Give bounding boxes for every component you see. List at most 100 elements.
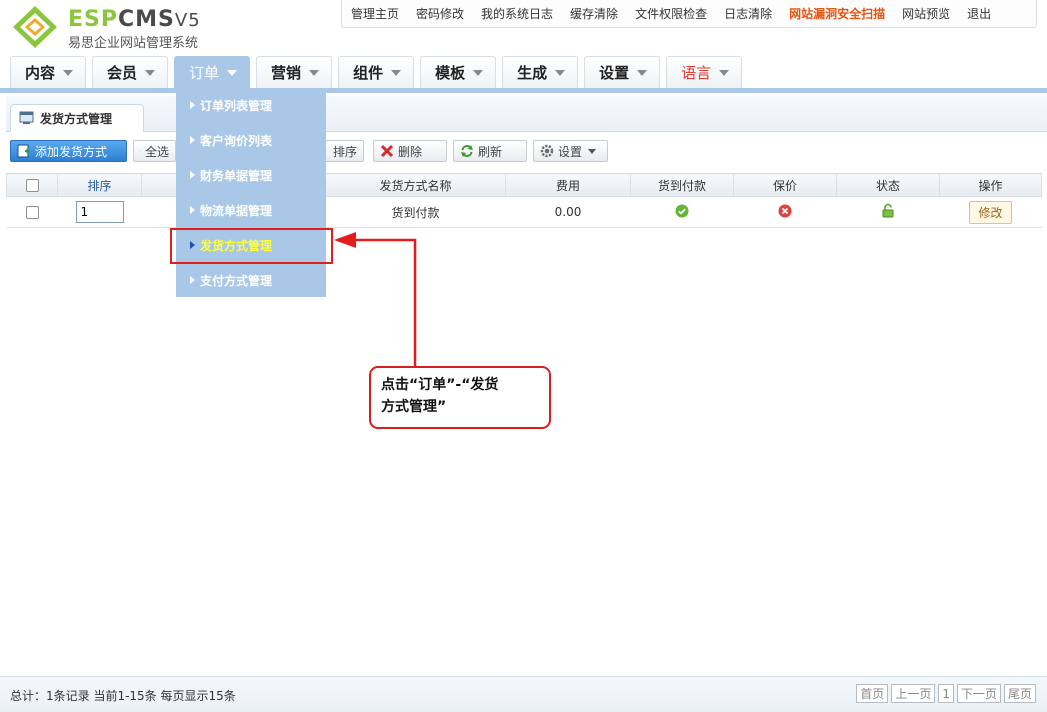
refresh-button[interactable]: 刷新 [453,140,527,162]
menu-finance-docs[interactable]: 财务单据管理 [176,158,326,192]
triangle-right-icon [190,276,195,284]
topnav-security-scan[interactable]: 网站漏洞安全扫描 [789,5,885,22]
topnav-password[interactable]: 密码修改 [416,5,464,22]
topnav-logout[interactable]: 退出 [967,5,991,22]
menu-label: 客户询价列表 [200,133,273,148]
tab-shipping-methods[interactable]: 发货方式管理 [10,104,144,132]
menu-label: 物流单据管理 [200,203,273,218]
brand-name: ESPCMSV5 [68,8,201,33]
chevron-down-icon [227,69,238,76]
col-actions: 操作 [939,173,1042,197]
mainnav-label: 组件 [353,64,384,82]
check-circle-icon[interactable] [675,204,689,218]
status-cell [836,196,940,228]
mainnav-orders[interactable]: 订单 [174,56,251,88]
col-cod: 货到付款 [630,173,734,197]
mainnav-content[interactable]: 内容 [10,56,87,88]
pager-first[interactable]: 首页 [856,684,889,703]
tab-strip [6,96,1047,132]
chevron-down-icon [63,69,74,76]
topnav-home[interactable]: 管理主页 [351,5,399,22]
record-summary: 总计：1条记录 当前1-15条 每页显示15条 [10,689,236,703]
topnav-file-permissions[interactable]: 文件权限检查 [635,5,707,22]
chevron-down-icon [719,69,730,76]
mainnav-components[interactable]: 组件 [338,56,415,88]
select-all-button[interactable]: 全选 [133,140,176,162]
nav-underline [0,88,1047,93]
row-checkbox-cell[interactable] [6,196,58,228]
brand-part2: CMS [118,7,175,32]
callout-line2: 方式管理” [381,399,447,415]
highlight-box [170,228,333,264]
col-status: 状态 [836,173,940,197]
mainnav-generate[interactable]: 生成 [502,56,579,88]
top-nav: 管理主页 密码修改 我的系统日志 缓存清除 文件权限检查 日志清除 网站漏洞安全… [341,0,1037,28]
refresh-icon [461,145,473,157]
pager-page-1[interactable]: 1 [938,684,954,703]
tab-label: 发货方式管理 [40,111,113,126]
cod-cell [630,196,734,228]
sort-order-input[interactable] [75,201,124,223]
header: ESPCMSV5 易思企业网站管理系统 管理主页 密码修改 我的系统日志 缓存清… [0,0,1047,88]
add-doc-icon [17,144,30,158]
triangle-right-icon [190,136,195,144]
orders-dropdown-menu: 订单列表管理 客户询价列表 财务单据管理 物流单据管理 发货方式管理 支付方式管… [176,88,326,297]
footer: 总计：1条记录 当前1-15条 每页显示15条 首页 上一页 1 下一页 尾页 [0,676,1047,712]
chevron-down-icon [309,69,320,76]
col-name: 发货方式名称 [325,173,506,197]
table-header: 排序 发货方式名称 费用 货到付款 保价 状态 操作 [6,173,1042,197]
toolbar: 添加发货方式 全选 排序 删除 刷新 设置 [10,140,1040,166]
mainnav-label: 生成 [517,64,548,82]
mainnav-templates[interactable]: 模板 [420,56,497,88]
menu-payment-methods[interactable]: 支付方式管理 [176,263,326,297]
menu-label: 订单列表管理 [200,98,273,113]
logo[interactable]: ESPCMSV5 易思企业网站管理系统 [10,4,230,51]
mainnav-label: 内容 [25,64,56,82]
brand-version: V5 [174,10,201,31]
window-icon [19,111,34,124]
sort-cell [57,196,142,228]
pager-prev[interactable]: 上一页 [891,684,936,703]
add-shipping-method-button[interactable]: 添加发货方式 [10,140,127,162]
select-all-checkbox[interactable] [25,179,39,192]
edit-button[interactable]: 修改 [969,200,1012,224]
mainnav-label: 营销 [271,64,302,82]
button-label: 刷新 [478,144,503,159]
col-sort[interactable]: 排序 [57,173,142,197]
mainnav-settings[interactable]: 设置 [584,56,661,88]
button-label: 设置 [558,144,583,159]
mainnav-members[interactable]: 会员 [92,56,169,88]
menu-order-list[interactable]: 订单列表管理 [176,88,326,122]
row-checkbox[interactable] [25,206,39,219]
topnav-clear-log[interactable]: 日志清除 [724,5,772,22]
pager-last[interactable]: 尾页 [1003,684,1036,703]
menu-logistics-docs[interactable]: 物流单据管理 [176,193,326,227]
topnav-my-log[interactable]: 我的系统日志 [481,5,553,22]
table-row: 货到付款 0.00 [6,196,1042,228]
chevron-down-icon [555,69,566,76]
menu-inquiry-list[interactable]: 客户询价列表 [176,123,326,157]
pagination: 首页 上一页 1 下一页 尾页 [853,684,1036,703]
triangle-right-icon [190,171,195,179]
actions-cell: 修改 [939,196,1042,228]
delete-button[interactable]: 删除 [373,140,447,162]
mainnav-language[interactable]: 语言 [666,56,743,88]
x-circle-icon[interactable] [778,204,792,218]
select-all-checkbox-cell[interactable] [6,173,58,197]
unlock-icon[interactable] [881,203,895,218]
topnav-preview[interactable]: 网站预览 [902,5,950,22]
main-nav: 内容 会员 订单 营销 组件 模板 生成 设置 语言 [10,56,748,88]
name-cell: 货到付款 [325,196,506,228]
button-label: 排序 [332,144,357,159]
pager-next[interactable]: 下一页 [956,684,1001,703]
triangle-right-icon [190,206,195,214]
mainnav-marketing[interactable]: 营销 [256,56,333,88]
col-insured: 保价 [733,173,837,197]
chevron-down-icon [588,148,597,154]
topnav-clear-cache[interactable]: 缓存清除 [570,5,618,22]
settings-dropdown-button[interactable]: 设置 [533,140,608,162]
chevron-down-icon [145,69,156,76]
brand-part1: ESP [68,7,118,32]
insured-cell [733,196,837,228]
button-label: 全选 [144,144,169,159]
